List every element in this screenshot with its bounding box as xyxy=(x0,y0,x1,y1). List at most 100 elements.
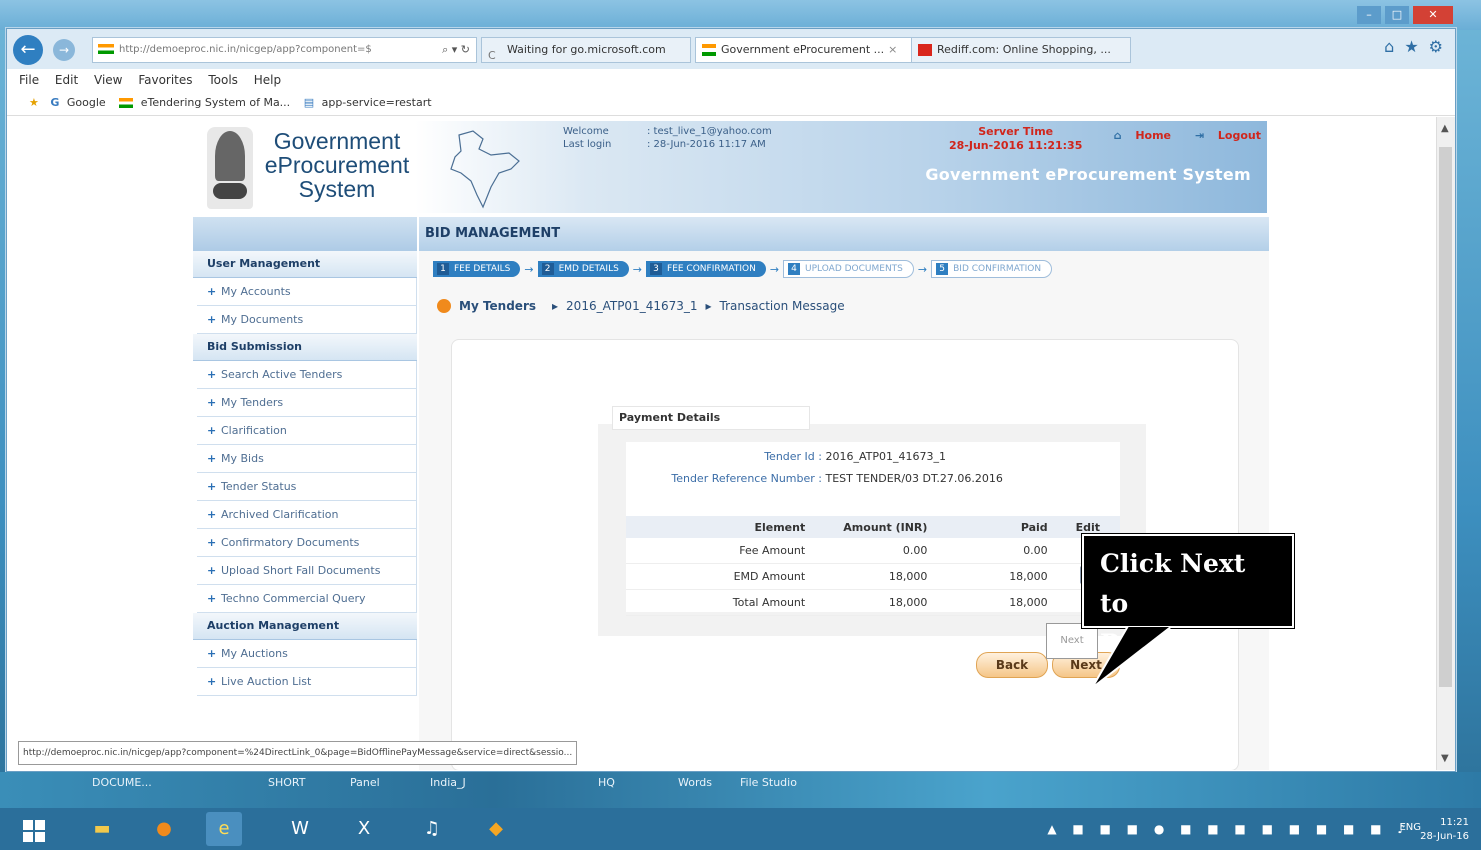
desktop-label: HQ xyxy=(598,776,615,789)
home-icon[interactable]: ⌂ xyxy=(1384,37,1394,56)
internet-explorer-icon[interactable]: e xyxy=(206,812,242,846)
sidebar-item-my-auctions[interactable]: + My Auctions xyxy=(197,640,417,668)
menu-tools[interactable]: Tools xyxy=(208,73,238,87)
tab-eprocurement[interactable]: Government eProcurement ... × xyxy=(695,37,915,63)
system-clock[interactable]: 11:21 28-Jun-16 xyxy=(1420,816,1469,844)
maximize-button[interactable]: □ xyxy=(1385,6,1409,24)
table-row: Fee Amount 0.00 0.00 xyxy=(626,538,1120,564)
breadcrumb-separator-icon: ▸ xyxy=(705,299,712,313)
back-button[interactable]: Back xyxy=(976,652,1048,678)
step-fee-confirmation: 3 FEE CONFIRMATION xyxy=(646,261,766,277)
address-tools-icon[interactable]: ⌕ ▾ ↻ xyxy=(442,38,470,62)
forward-arrow-icon[interactable]: → xyxy=(53,39,75,61)
tender-id-row: Tender Id : 2016_ATP01_41673_1 xyxy=(764,450,947,463)
address-row: ← → http://demoeproc.nic.in/nicgep/app?c… xyxy=(7,29,1455,69)
breadcrumb-separator-icon: ▸ xyxy=(552,299,559,313)
loading-icon: C xyxy=(488,49,496,62)
sidebar-item-live-auction-list[interactable]: + Live Auction List xyxy=(197,668,417,696)
sidebar-item-tender-status[interactable]: + Tender Status xyxy=(197,473,417,501)
menu-file[interactable]: File xyxy=(19,73,39,87)
sidebar: User Management + My Accounts + My Documen… xyxy=(193,217,417,770)
window-controls: – □ ✕ xyxy=(1357,6,1453,24)
step-arrow-icon: → xyxy=(632,262,643,276)
menu-bar: File Edit View Favorites Tools Help xyxy=(7,69,1455,91)
settings-gear-icon[interactable]: ⚙ xyxy=(1429,37,1443,56)
sidebar-item-archived-clarification[interactable]: + Archived Clarification xyxy=(197,501,417,529)
system-tray-icons[interactable]: ▲ ■ ■ ■ ● ■ ■ ■ ■ ■ ■ ■ ■ ♪ xyxy=(1047,822,1411,836)
desktop-label: Words xyxy=(678,776,713,789)
firefox-icon[interactable]: ● xyxy=(146,812,182,846)
step-arrow-icon: → xyxy=(769,262,780,276)
minimize-button[interactable]: – xyxy=(1357,6,1381,24)
home-link[interactable]: ⌂ Home xyxy=(1104,129,1171,142)
tab-rediff[interactable]: Rediff.com: Online Shopping, ... xyxy=(911,37,1131,63)
sidebar-item-clarification[interactable]: + Clarification xyxy=(197,417,417,445)
instruction-callout: Click Next to Proceed xyxy=(1082,534,1294,658)
header-links: ⌂ Home ⇥ Logout xyxy=(1094,129,1261,142)
cell-paid: 18,000 xyxy=(935,563,1056,590)
language-indicator[interactable]: ENG xyxy=(1399,822,1421,833)
tab-waiting[interactable]: C Waiting for go.microsoft.com xyxy=(481,37,691,63)
menu-view[interactable]: View xyxy=(94,73,122,87)
sidebar-section-bid-submission: Bid Submission xyxy=(193,334,417,361)
sidebar-item-upload-short-fall-documents[interactable]: + Upload Short Fall Documents xyxy=(197,557,417,585)
fav-etendering[interactable]: eTendering System of Ma... xyxy=(141,96,290,109)
file-explorer-icon[interactable]: ▬ xyxy=(84,812,120,846)
tab-close-icon[interactable]: × xyxy=(888,43,897,56)
desktop-label: File Studio xyxy=(740,776,797,789)
step-arrow-icon: → xyxy=(524,262,534,276)
close-button[interactable]: ✕ xyxy=(1413,6,1453,24)
sidebar-item-techno-commercial-query[interactable]: + Techno Commercial Query xyxy=(197,585,417,613)
sidebar-item-search-active-tenders[interactable]: + Search Active Tenders xyxy=(197,361,417,389)
scrollbar-thumb[interactable] xyxy=(1439,147,1452,687)
cell-amount: 18,000 xyxy=(813,589,936,616)
step-fee-details: 1 FEE DETAILS xyxy=(433,261,521,277)
cell-element: EMD Amount xyxy=(626,563,814,590)
desktop-background: DOCUME... SHORT Panel India_J HQ Words F… xyxy=(0,772,1481,808)
sidebar-item-my-accounts[interactable]: + My Accounts xyxy=(197,278,417,306)
menu-edit[interactable]: Edit xyxy=(55,73,78,87)
menu-favorites[interactable]: Favorites xyxy=(138,73,192,87)
sidebar-item-my-tenders[interactable]: + My Tenders xyxy=(197,389,417,417)
plus-icon: + xyxy=(207,396,217,409)
user-info: Welcome: test_live_1@yahoo.com Last logi… xyxy=(563,126,772,150)
excel-icon[interactable]: X xyxy=(346,812,382,846)
logo-text: Government eProcurement System xyxy=(264,128,410,202)
scroll-up-icon[interactable]: ▲ xyxy=(1441,123,1449,134)
scroll-down-icon[interactable]: ▼ xyxy=(1441,753,1449,764)
bluestacks-icon[interactable]: ◆ xyxy=(478,812,514,846)
site-favicon-icon xyxy=(119,98,134,108)
word-icon[interactable]: W xyxy=(282,812,318,846)
cell-paid: 0.00 xyxy=(935,538,1056,564)
india-map-icon xyxy=(450,130,520,209)
headphones-icon[interactable]: ♫ xyxy=(414,812,450,846)
back-arrow-icon[interactable]: ← xyxy=(13,35,43,65)
fav-app-service[interactable]: app-service=restart xyxy=(322,96,432,109)
callout-pointer-icon xyxy=(1091,626,1174,689)
col-amount: Amount (INR) xyxy=(813,516,936,538)
vertical-scrollbar[interactable]: ▲ ▼ xyxy=(1436,117,1455,770)
plus-icon: + xyxy=(207,536,217,549)
breadcrumb-my-tenders[interactable]: My Tenders xyxy=(459,299,536,313)
fav-google[interactable]: Google xyxy=(67,96,106,109)
site-title: Government eProcurement System xyxy=(925,165,1251,184)
menu-help[interactable]: Help xyxy=(254,73,281,87)
windows-start-icon[interactable] xyxy=(16,812,52,846)
logout-link[interactable]: ⇥ Logout xyxy=(1185,129,1261,142)
favorites-star-icon[interactable]: ★ xyxy=(1404,37,1418,56)
sidebar-item-confirmatory-documents[interactable]: + Confirmatory Documents xyxy=(197,529,417,557)
sidebar-item-my-bids[interactable]: + My Bids xyxy=(197,445,417,473)
favorites-star-icon[interactable]: ★ xyxy=(29,96,39,109)
sidebar-item-my-documents[interactable]: + My Documents xyxy=(197,306,417,334)
step-emd-details: 2 EMD DETAILS xyxy=(537,261,629,277)
breadcrumb-current-page: Transaction Message xyxy=(719,299,845,313)
step-upload-documents: 4 UPLOAD DOCUMENTS xyxy=(783,260,914,278)
plus-icon: + xyxy=(207,675,217,688)
cell-paid: 18,000 xyxy=(935,589,1056,616)
col-paid: Paid xyxy=(935,516,1056,538)
breadcrumb: My Tenders ▸ 2016_ATP01_41673_1 ▸ Transa… xyxy=(437,299,845,313)
plus-icon: + xyxy=(207,592,217,605)
favorites-bar: ★ G Google eTendering System of Ma... ▤ … xyxy=(7,91,1455,116)
breadcrumb-tender-id[interactable]: 2016_ATP01_41673_1 xyxy=(566,299,697,313)
address-bar[interactable]: http://demoeproc.nic.in/nicgep/app?compo… xyxy=(92,37,477,63)
